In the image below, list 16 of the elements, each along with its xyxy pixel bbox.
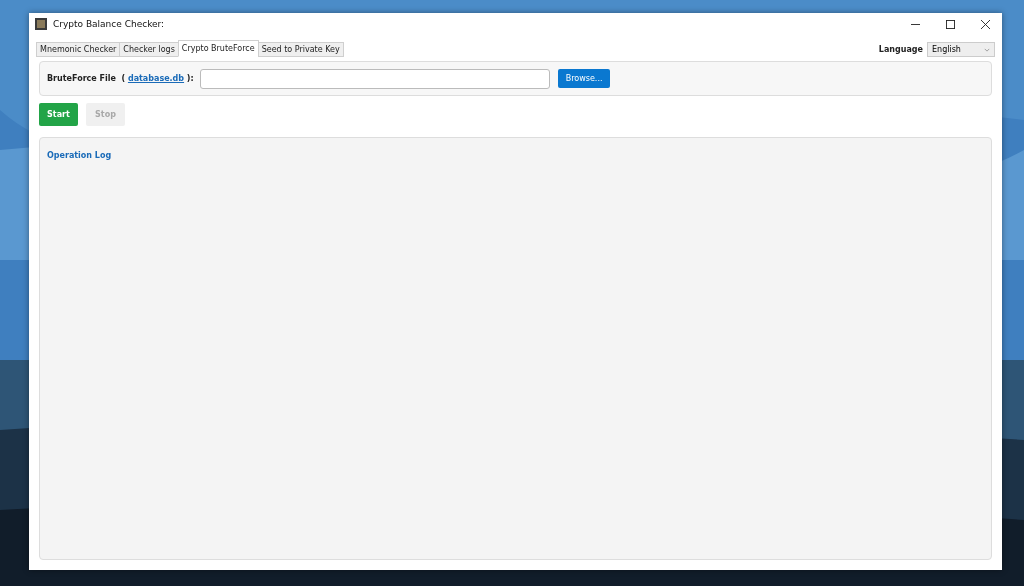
language-dropdown[interactable]: English [927,42,995,57]
app-icon [35,18,47,30]
close-icon[interactable] [981,19,990,29]
chevron-icon [984,47,990,52]
database-link[interactable]: database.db [127,74,185,83]
tab[interactable]: Mnemonic Checker [36,42,121,57]
tab[interactable]: Crypto BruteForce [177,40,259,57]
language-label: Language [878,45,923,54]
file-path-field[interactable] [199,68,550,89]
tab[interactable]: Seed to Private Key [257,42,344,57]
log-title: Operation Log [47,151,112,160]
tab[interactable]: Checker logs [119,42,179,57]
window-title: Crypto Balance Checker: [53,19,165,29]
maximize-icon[interactable] [946,19,955,29]
browse-button[interactable]: Browse... [557,69,611,88]
file-label: BruteForce File ( database.db ): [47,74,194,83]
